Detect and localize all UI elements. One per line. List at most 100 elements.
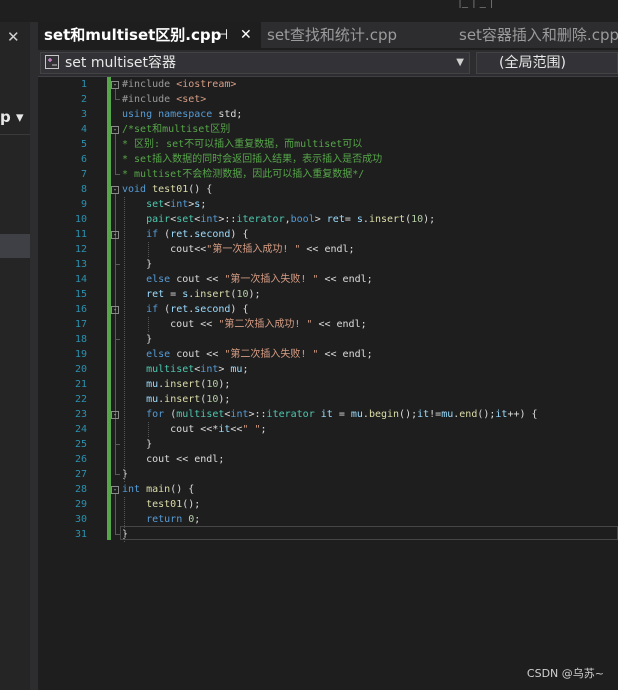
code-editor[interactable]: 1 #include <iostream> 2 #include <set> 3 usin… (38, 77, 618, 690)
code-line[interactable]: 24 cout <<*it<<" "; (38, 422, 618, 437)
left-panel-menu[interactable]: p ▾ (0, 108, 30, 126)
collapse-icon[interactable]: - (111, 411, 119, 419)
code-token: set (176, 214, 195, 225)
code-line[interactable]: 27} (38, 467, 618, 482)
code-line[interactable]: 10 pair<set<int>::iterator,bool> ret= s.… (38, 212, 618, 227)
pin-icon[interactable]: ⊣ (216, 22, 228, 48)
fold-end (115, 99, 120, 100)
code-text: void test01() { (122, 182, 212, 197)
code-line[interactable]: 25 } (38, 437, 618, 452)
tab-set-multiset-cpp[interactable]: set和multiset区别.cpp ⊣ ✕ (38, 22, 261, 48)
scope-dropdown[interactable]: set multiset容器 ▼ (40, 52, 470, 74)
line-number: 21 (74, 379, 87, 390)
code-token: ); (423, 214, 436, 225)
code-text: * set插入数据的同时会返回插入结果，表示插入是否成功 (122, 152, 382, 167)
code-line[interactable]: 30 return 0; (38, 512, 618, 527)
tab-set-insert-delete-cpp[interactable]: set容器插入和删除.cpp (459, 22, 618, 48)
code-token: ; (260, 424, 267, 435)
panel-splitter[interactable] (30, 22, 38, 690)
code-token: * 区别: set不可以插入重复数据，而multiset可以 (122, 139, 363, 150)
code-line[interactable]: 2 #include <set> (38, 92, 618, 107)
fold-end (115, 174, 120, 175)
code-token: ; (194, 514, 201, 525)
code-line[interactable]: 19 else cout << "第二次插入失败! " << endl; (38, 347, 618, 362)
line-number: 23 (74, 409, 87, 420)
collapse-icon[interactable]: - (111, 186, 119, 194)
collapse-icon[interactable]: - (111, 81, 119, 89)
code-line[interactable]: 28 int main() { (38, 482, 618, 497)
code-text: test01(); (122, 497, 200, 512)
code-text: #include <iostream> (122, 77, 236, 92)
close-icon[interactable]: ✕ (7, 28, 20, 46)
code-token: mu (350, 409, 363, 420)
code-text: pair<set<int>::iterator,bool> ret= s.ins… (122, 212, 435, 227)
code-token: int (200, 364, 219, 375)
code-token: ; (242, 364, 249, 375)
code-line[interactable]: 11 if (ret.second) { (38, 227, 618, 242)
code-line[interactable]: 18 } (38, 332, 618, 347)
code-token: << endl; (312, 319, 367, 330)
line-number: 4 (80, 124, 87, 135)
code-line[interactable]: 22 mu.insert(10); (38, 392, 618, 407)
code-text: #include <set> (122, 92, 206, 107)
member-dropdown[interactable]: (全局范围) (476, 52, 618, 74)
code-line[interactable]: 16 if (ret.second) { (38, 302, 618, 317)
collapse-icon[interactable]: - (111, 486, 119, 494)
code-line[interactable]: 4 /*set和multiset区别 (38, 122, 618, 137)
code-token: << endl; (318, 349, 373, 360)
code-line[interactable]: 6 * set插入数据的同时会返回插入结果，表示插入是否成功 (38, 152, 618, 167)
code-token: ); (218, 379, 231, 390)
line-number: 15 (74, 289, 87, 300)
line-number: 31 (74, 529, 87, 540)
code-line[interactable]: 23 for (multiset<int>::iterator it = mu.… (38, 407, 618, 422)
code-text: } (122, 257, 152, 272)
collapse-icon[interactable]: - (111, 231, 119, 239)
code-token: mu (146, 379, 159, 390)
code-text: cout<<"第一次插入成功! " << endl; (122, 242, 354, 257)
tab-label: set查找和统计.cpp (267, 26, 397, 44)
navigation-bar: set multiset容器 ▼ (全局范围) (38, 50, 618, 77)
code-line[interactable]: 12 cout<<"第一次插入成功! " << endl; (38, 242, 618, 257)
code-line[interactable]: 9 set<int>s; (38, 197, 618, 212)
project-icon (45, 55, 59, 69)
code-text: set<int>s; (122, 197, 206, 212)
code-line[interactable]: 7 * multiset不会检测数据，因此可以插入重复数据*/ (38, 167, 618, 182)
code-line[interactable]: 26 cout << endl; (38, 452, 618, 467)
fold-line (115, 239, 116, 265)
code-token: test01 (146, 499, 183, 510)
code-line[interactable]: 29 test01(); (38, 497, 618, 512)
left-panel-selected-item[interactable] (0, 234, 30, 258)
code-line[interactable]: 21 mu.insert(10); (38, 377, 618, 392)
code-token: insert (164, 394, 201, 405)
code-text: } (122, 437, 152, 452)
line-number: 26 (74, 454, 87, 465)
code-line[interactable]: 13 } (38, 257, 618, 272)
close-icon[interactable]: ✕ (240, 22, 252, 48)
code-token: << endl; (318, 274, 373, 285)
code-line[interactable]: 8 void test01() { (38, 182, 618, 197)
code-line[interactable]: 17 cout << "第二次插入成功! " << endl; (38, 317, 618, 332)
code-line[interactable]: 1 #include <iostream> (38, 77, 618, 92)
code-line[interactable]: 15 ret = s.insert(10); (38, 287, 618, 302)
code-text: int main() { (122, 482, 194, 497)
code-token: int (230, 409, 249, 420)
code-token: >:: (218, 214, 237, 225)
code-line[interactable]: 14 else cout << "第一次插入失败! " << endl; (38, 272, 618, 287)
code-text: * multiset不会检测数据，因此可以插入重复数据*/ (122, 167, 364, 182)
line-number: 28 (74, 484, 87, 495)
code-line[interactable]: 3 using namespace std; (38, 107, 618, 122)
code-token: second (194, 229, 231, 240)
code-text: * 区别: set不可以插入重复数据，而multiset可以 (122, 137, 362, 152)
collapse-icon[interactable]: - (111, 126, 119, 134)
code-token: } (122, 469, 129, 480)
tab-label: set容器插入和删除.cpp (459, 26, 618, 44)
collapse-icon[interactable]: - (111, 306, 119, 314)
code-token: begin (368, 409, 400, 420)
code-token: end (459, 409, 478, 420)
code-line[interactable]: 5 * 区别: set不可以插入重复数据，而multiset可以 (38, 137, 618, 152)
code-line[interactable]: 20 multiset<int> mu; (38, 362, 618, 377)
tab-set-find-count-cpp[interactable]: set查找和统计.cpp (267, 22, 453, 48)
